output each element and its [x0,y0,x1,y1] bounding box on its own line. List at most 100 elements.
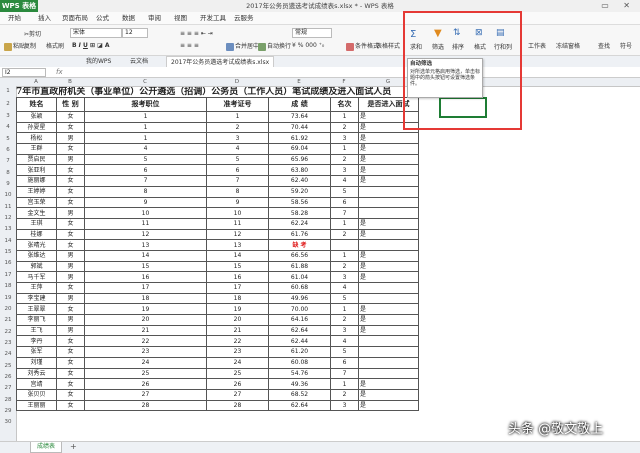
table-cell[interactable]: 郭斌 [16,260,57,273]
table-cell[interactable]: 1 [84,132,207,145]
table-cell[interactable]: 男 [56,314,85,326]
menu-formula[interactable]: 公式 [96,12,109,24]
table-cell[interactable]: 是 [358,228,419,241]
table-cell[interactable]: 是 [358,388,419,401]
table-cell[interactable]: 是 [358,399,419,412]
table-cell[interactable]: 贾启民 [16,153,57,166]
row-number[interactable]: 24 [0,349,16,360]
menu-home[interactable]: 开始 [8,12,21,24]
row-number[interactable]: 1 [0,86,16,97]
table-cell[interactable]: 61.20 [268,346,331,358]
table-cell[interactable]: 12 [206,228,269,241]
table-cell[interactable]: 49.36 [268,378,331,390]
table-cell[interactable]: 女 [56,399,85,412]
table-cell[interactable]: 17 [84,282,207,294]
table-cell[interactable]: 张军 [16,346,57,358]
table-cell[interactable]: 刘瑾 [16,356,57,369]
column-header-d[interactable]: D [206,78,268,86]
table-cell[interactable]: 女 [56,217,85,230]
freeze-panes-button[interactable]: 冻结窗格 [556,41,580,50]
table-cell[interactable]: 21 [84,324,207,337]
table-cell[interactable]: 2 [206,121,269,134]
table-cell[interactable]: 是 [358,249,419,262]
row-number[interactable]: 28 [0,395,16,406]
table-cell[interactable]: 4 [206,143,269,155]
table-cell[interactable]: 女 [56,196,85,209]
table-cell[interactable]: 9 [206,196,269,209]
table-cell[interactable]: 1 [206,111,269,123]
row-number[interactable]: 23 [0,338,16,349]
table-cell[interactable]: 54.76 [268,367,331,380]
table-cell[interactable]: 5 [330,292,359,305]
table-cell[interactable]: 王飞 [16,324,57,337]
table-cell[interactable]: 28 [206,399,269,412]
table-cell[interactable]: 8 [206,185,269,198]
format-painter-button[interactable]: 格式刷 [46,41,64,50]
row-number[interactable]: 17 [0,270,16,281]
worksheet-button[interactable]: 工作表 [528,41,546,50]
table-cell[interactable] [358,356,419,369]
table-cell[interactable]: 16 [206,271,269,283]
merge-center-button[interactable]: 合并居中 [226,41,259,51]
table-cell[interactable]: 1 [330,249,359,262]
table-cell[interactable]: 23 [206,346,269,358]
table-cell[interactable]: 15 [206,260,269,273]
table-cell[interactable]: 3 [330,399,359,412]
table-cell[interactable]: 2 [330,388,359,401]
table-cell[interactable]: 王群 [16,143,57,155]
window-controls[interactable]: ▭ ✕ [601,0,636,12]
table-cell[interactable]: 桂娜 [16,228,57,241]
table-cell[interactable]: 19 [84,303,207,316]
row-number[interactable]: 9 [0,179,16,190]
table-cell[interactable]: 女 [56,143,85,155]
table-cell[interactable]: 60.68 [268,282,331,294]
table-cell[interactable]: 59.20 [268,185,331,198]
table-cell[interactable]: 男 [56,207,85,219]
table-cell[interactable]: 2 [330,228,359,241]
table-cell[interactable]: 男 [56,260,85,273]
table-cell[interactable]: 女 [56,164,85,177]
table-cell[interactable]: 70.44 [268,121,331,134]
table-cell[interactable]: 马千军 [16,271,57,283]
table-cell[interactable]: 4 [84,143,207,155]
table-cell[interactable]: 6 [84,164,207,177]
row-number[interactable]: 5 [0,134,16,145]
table-cell[interactable]: 张晴光 [16,239,57,251]
table-cell[interactable]: 28 [84,399,207,412]
table-cell[interactable]: 宫玉荣 [16,196,57,209]
row-number[interactable]: 29 [0,406,16,417]
table-cell[interactable]: 张颖 [16,111,57,123]
row-number[interactable]: 19 [0,293,16,304]
table-cell[interactable]: 女 [56,346,85,358]
table-cell[interactable]: 7 [330,207,359,219]
row-number[interactable]: 22 [0,327,16,338]
sheet-tab-scores[interactable]: 成绩表 [30,442,63,453]
table-cell[interactable]: 是 [358,303,419,316]
row-number[interactable]: 27 [0,383,16,394]
font-family-select[interactable]: 宋体 [70,28,122,38]
paste-button[interactable]: 粘贴 [4,41,25,51]
percent-buttons[interactable]: ¥ % 000 ⁺₀ [292,42,324,49]
table-cell[interactable]: 25 [84,367,207,380]
row-number[interactable]: 21 [0,315,16,326]
table-cell[interactable]: 男 [56,132,85,145]
table-cell[interactable]: 9 [84,196,207,209]
table-cell[interactable]: 5 [206,153,269,166]
table-cell[interactable]: 16 [84,271,207,283]
table-cell[interactable]: 孙夏星 [16,121,57,134]
symbol-button[interactable]: 符号 [620,41,632,50]
row-number[interactable]: 7 [0,156,16,167]
table-cell[interactable]: 是 [358,260,419,273]
table-cell[interactable]: 张贝贝 [16,388,57,401]
table-cell[interactable] [358,335,419,348]
row-number[interactable]: 8 [0,168,16,179]
column-header-f[interactable]: F [330,78,358,86]
table-cell[interactable]: 25 [206,367,269,380]
table-cell[interactable]: 是 [358,378,419,390]
menu-page-layout[interactable]: 页面布局 [62,12,88,24]
table-cell[interactable]: 22 [206,335,269,348]
table-cell[interactable]: 女 [56,239,85,251]
table-cell[interactable]: 2 [330,121,359,134]
table-cell[interactable]: 女 [56,356,85,369]
menu-insert[interactable]: 插入 [38,12,51,24]
